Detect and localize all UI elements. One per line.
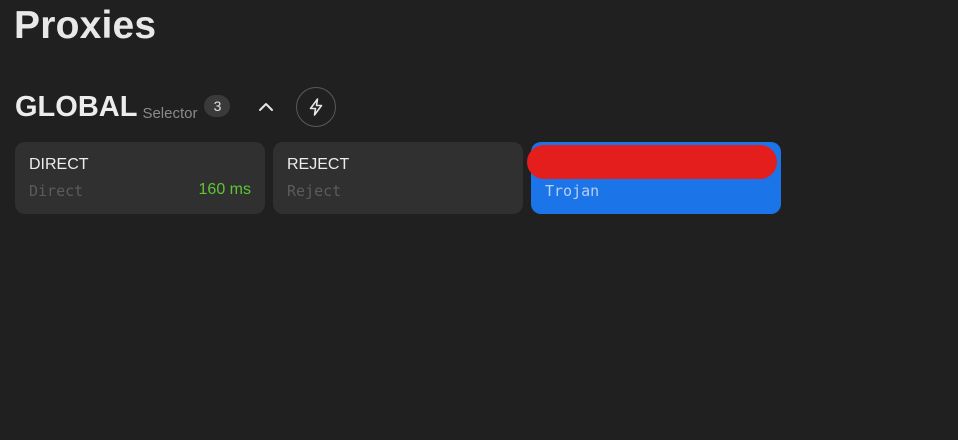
proxy-card-reject[interactable]: REJECT Reject	[273, 142, 523, 214]
proxy-group-header: GLOBAL Selector 3	[15, 86, 337, 128]
chevron-up-icon	[259, 103, 274, 111]
proxy-type: Trojan	[545, 182, 600, 200]
group-count-badge: 3	[204, 95, 231, 117]
proxy-name	[527, 145, 777, 179]
group-type: Selector	[142, 104, 198, 122]
lightning-icon	[310, 98, 323, 116]
redaction-mark	[527, 145, 777, 179]
speedtest-button[interactable]	[296, 87, 337, 127]
proxy-list: DIRECT Direct 160 ms REJECT Reject Troja…	[15, 142, 781, 214]
proxy-name: DIRECT	[29, 156, 89, 173]
proxy-type: Reject	[287, 182, 342, 200]
proxy-card-direct[interactable]: DIRECT Direct 160 ms	[15, 142, 265, 214]
group-name: GLOBAL	[15, 91, 138, 123]
collapse-group-button[interactable]	[250, 91, 282, 123]
page-title: Proxies	[14, 4, 157, 47]
proxy-card-selected[interactable]: Trojan	[527, 142, 781, 214]
proxy-name: REJECT	[287, 156, 350, 173]
proxy-latency[interactable]: 160 ms	[199, 181, 251, 199]
proxy-type: Direct	[29, 182, 84, 200]
